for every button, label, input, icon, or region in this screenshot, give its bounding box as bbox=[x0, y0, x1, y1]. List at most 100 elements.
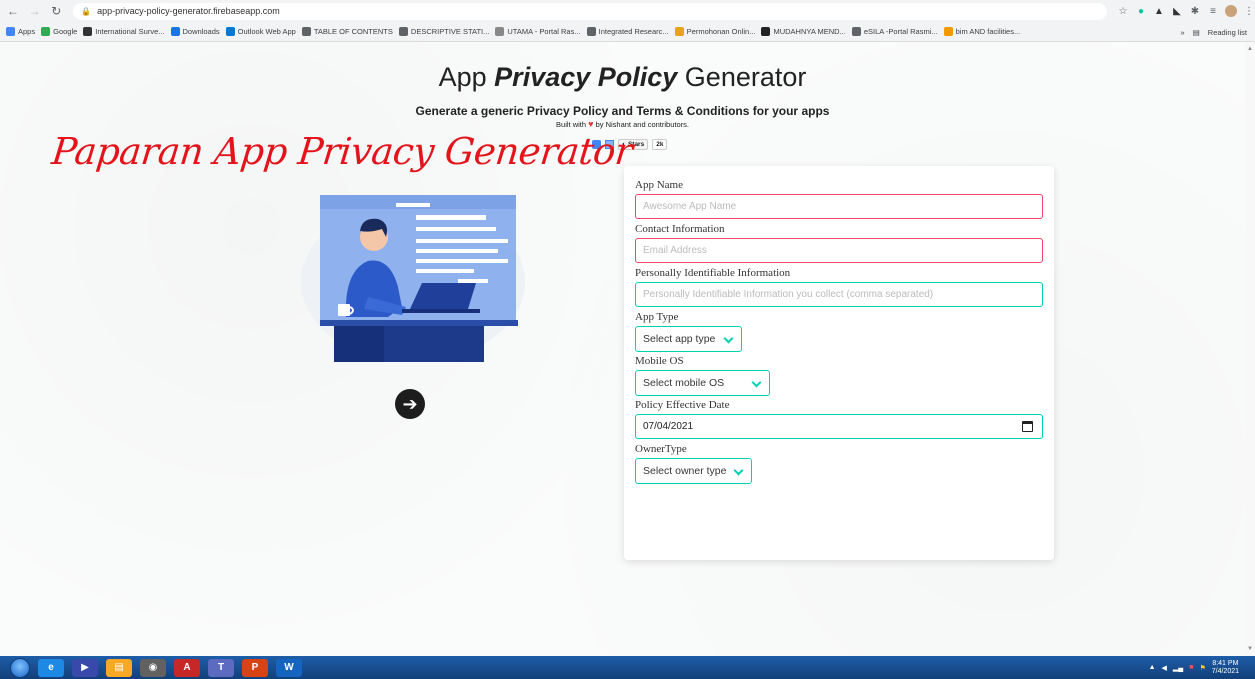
bookmark-favicon-icon bbox=[495, 27, 505, 36]
volume-icon[interactable]: ◀ bbox=[1162, 664, 1167, 672]
bookmark-item[interactable]: UTAMA - Portal Ras... bbox=[495, 27, 581, 36]
bookmark-item[interactable]: bim AND facilities... bbox=[943, 27, 1020, 36]
app-type-select[interactable]: Select app type bbox=[635, 326, 742, 352]
bookmark-item[interactable]: Apps bbox=[6, 27, 35, 36]
app-name-input[interactable]: Awesome App Name bbox=[635, 194, 1043, 219]
word-icon[interactable]: W bbox=[276, 658, 302, 677]
acrobat-icon[interactable]: A bbox=[174, 658, 200, 677]
grammarly-extension-icon[interactable]: ● bbox=[1135, 5, 1147, 17]
next-arrow-button[interactable]: ➔ bbox=[395, 389, 425, 419]
bookmark-favicon-icon bbox=[586, 27, 596, 36]
extension-icon[interactable]: ▲ bbox=[1153, 5, 1165, 17]
forward-icon[interactable]: → bbox=[26, 4, 44, 18]
bookmark-label: MUDAHNYA MEND... bbox=[773, 27, 846, 36]
address-bar[interactable]: 🔒 app-privacy-policy-generator.firebasea… bbox=[73, 2, 1107, 20]
browser-toolbar: ← → ↻ 🔒 app-privacy-policy-generator.fir… bbox=[0, 0, 1255, 22]
start-button[interactable] bbox=[10, 657, 30, 678]
bookmark-item[interactable]: Permohonan Onlin... bbox=[674, 27, 756, 36]
media-player-icon[interactable]: ▶ bbox=[72, 658, 98, 677]
bookmarks-right: » ▤ Reading list bbox=[1181, 22, 1247, 41]
email-input[interactable]: Email Address bbox=[635, 238, 1043, 263]
pii-label: Personally Identifiable Information bbox=[635, 267, 791, 279]
powerpoint-icon[interactable]: P bbox=[242, 658, 268, 677]
bookmark-favicon-icon bbox=[170, 27, 180, 36]
lock-icon: 🔒 bbox=[81, 6, 92, 16]
bookmark-item[interactable]: Downloads bbox=[170, 27, 220, 36]
reload-icon[interactable]: ↻ bbox=[47, 4, 65, 18]
bookmark-item[interactable]: Outlook Web App bbox=[225, 27, 296, 36]
title-prefix: App bbox=[438, 62, 495, 92]
bookmark-favicon-icon bbox=[41, 27, 51, 36]
effective-date-input[interactable]: 07/04/2021 bbox=[635, 414, 1043, 439]
bookmark-favicon-icon bbox=[225, 27, 235, 36]
app-type-value: Select app type bbox=[643, 333, 716, 345]
bookmarks-bar: Apps Google International Surve... Download… bbox=[0, 22, 1255, 42]
mobile-os-label: Mobile OS bbox=[635, 355, 684, 367]
extensions-puzzle-icon[interactable]: ✱ bbox=[1189, 5, 1201, 17]
app-name-label: App Name bbox=[635, 179, 683, 191]
reading-list-button[interactable]: Reading list bbox=[1208, 28, 1247, 37]
bookmark-item[interactable]: eSILA -Portal Rasmi... bbox=[851, 27, 938, 36]
bookmark-favicon-icon bbox=[674, 27, 684, 36]
teams-icon[interactable]: T bbox=[208, 658, 234, 677]
calendar-icon[interactable] bbox=[1022, 421, 1033, 432]
contact-info-label: Contact Information bbox=[635, 223, 725, 235]
extension-icon-2[interactable]: ◣ bbox=[1171, 5, 1183, 17]
chrome-icon[interactable]: ◉ bbox=[140, 658, 166, 677]
bookmark-label: International Surve... bbox=[95, 27, 165, 36]
bookmark-label: TABLE OF CONTENTS bbox=[313, 27, 393, 36]
bookmark-favicon-icon bbox=[6, 27, 15, 36]
bookmark-item[interactable]: DESCRIPTIVE STATI... bbox=[398, 27, 490, 36]
built-suffix: by Nishant and contributors. bbox=[595, 120, 689, 129]
bookmark-item[interactable]: Google bbox=[41, 27, 77, 36]
effective-date-label: Policy Effective Date bbox=[635, 399, 730, 411]
bookmark-favicon-icon bbox=[301, 27, 311, 36]
bookmark-label: eSILA -Portal Rasmi... bbox=[863, 27, 938, 36]
page-content: App Privacy Policy Generator Generate a … bbox=[0, 42, 1255, 656]
owner-type-select[interactable]: Select owner type bbox=[635, 458, 752, 484]
bookmark-label: Downloads bbox=[182, 27, 220, 36]
bookmark-item[interactable]: International Surve... bbox=[83, 27, 165, 36]
tray-arrow-icon[interactable]: ▲ bbox=[1149, 664, 1156, 671]
explorer-icon[interactable]: ▤ bbox=[106, 658, 132, 677]
built-with-text: Built with ♥ by Nishant and contributors… bbox=[0, 119, 1245, 129]
bookmark-label: Integrated Researc... bbox=[598, 27, 669, 36]
bookmark-label: Apps bbox=[18, 27, 36, 36]
bookmark-item[interactable]: TABLE OF CONTENTS bbox=[301, 27, 393, 36]
scroll-down-icon[interactable]: ▼ bbox=[1247, 646, 1253, 652]
page-scrollbar[interactable]: ▲ ▼ bbox=[1245, 42, 1255, 656]
bookmark-label: Permohonan Onlin... bbox=[686, 27, 756, 36]
policy-form-card: App Name Awesome App Name Contact Inform… bbox=[624, 166, 1054, 560]
reading-mode-icon[interactable]: ≡ bbox=[1207, 5, 1219, 17]
profile-avatar[interactable] bbox=[1225, 5, 1237, 17]
github-stars-count[interactable]: 2k bbox=[652, 139, 668, 150]
bookmark-favicon-icon bbox=[398, 27, 408, 36]
flag-icon[interactable]: ⚑ bbox=[1199, 664, 1205, 672]
scroll-up-icon[interactable]: ▲ bbox=[1247, 46, 1253, 52]
owner-type-label: OwnerType bbox=[635, 443, 687, 455]
windows-taskbar: e ▶ ▤ ◉ A T P W ▲ ◀ ▂▄ ■ ⚑ 8:41 PM 7/4/2021 bbox=[0, 656, 1255, 679]
menu-kebab-icon[interactable]: ⋮ bbox=[1243, 5, 1255, 17]
more-bookmarks-button[interactable]: » bbox=[1181, 28, 1185, 37]
bookmark-star-icon[interactable]: ☆ bbox=[1117, 5, 1129, 17]
mobile-os-select[interactable]: Select mobile OS bbox=[635, 370, 770, 396]
pii-input[interactable]: Personally Identifiable Information you … bbox=[635, 282, 1043, 307]
page-subtitle: Generate a generic Privacy Policy and Te… bbox=[415, 104, 830, 118]
heart-icon: ♥ bbox=[588, 119, 594, 129]
bookmark-item[interactable]: MUDAHNYA MEND... bbox=[761, 27, 846, 36]
bookmark-label: Google bbox=[53, 27, 78, 36]
address-bar-url: app-privacy-policy-generator.firebaseapp… bbox=[97, 6, 280, 16]
bookmark-label: DESCRIPTIVE STATI... bbox=[410, 27, 490, 36]
bookmark-item[interactable]: Integrated Researc... bbox=[586, 27, 669, 36]
developer-illustration bbox=[301, 195, 525, 362]
back-icon[interactable]: ← bbox=[4, 4, 22, 18]
taskbar-clock[interactable]: 8:41 PM 7/4/2021 bbox=[1212, 660, 1239, 676]
network-icon[interactable]: ▂▄ bbox=[1173, 664, 1183, 672]
owner-type-value: Select owner type bbox=[643, 465, 727, 477]
security-icon[interactable]: ■ bbox=[1189, 664, 1193, 671]
clock-time: 8:41 PM bbox=[1212, 659, 1239, 667]
chevron-down-icon bbox=[733, 465, 744, 476]
page-title: App Privacy Policy Generator bbox=[0, 62, 1245, 93]
internet-explorer-icon[interactable]: e bbox=[38, 658, 64, 677]
app-type-label: App Type bbox=[635, 311, 679, 323]
